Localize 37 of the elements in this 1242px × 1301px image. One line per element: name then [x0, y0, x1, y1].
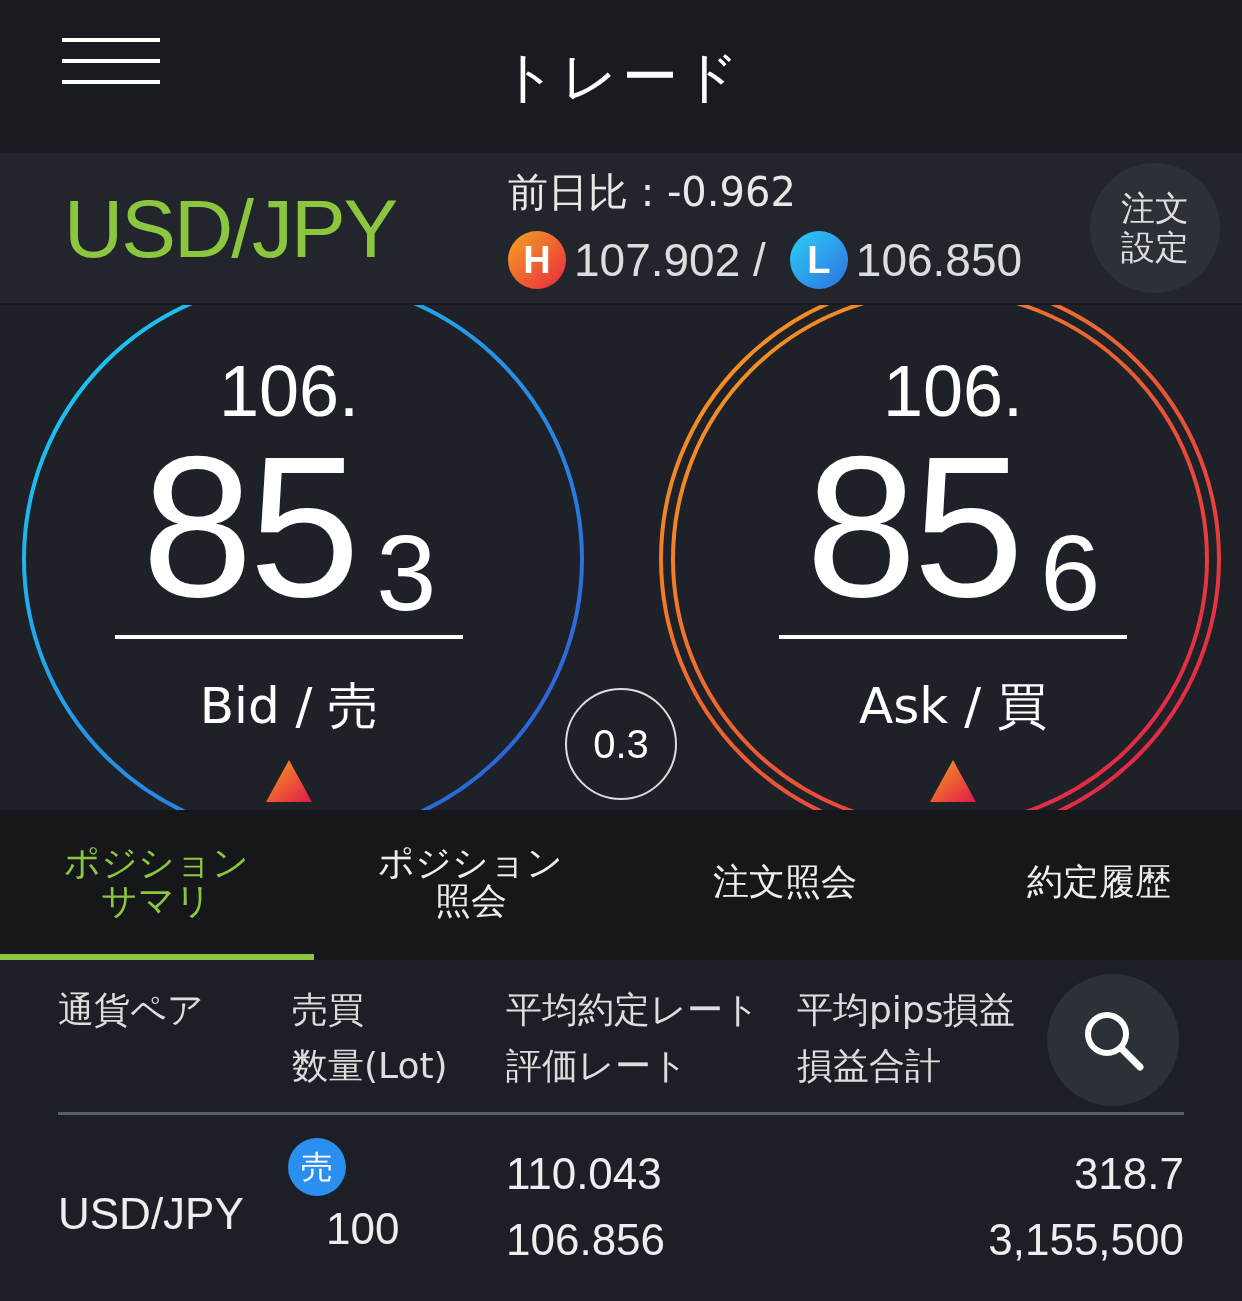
eval-rate-cell-text: 106.856: [506, 1214, 667, 1266]
avg-pips-cell-text: 318.7: [1073, 1148, 1184, 1200]
pair-cell: USD/JPY: [58, 1189, 244, 1238]
column-header: 平均約定レート: [506, 988, 761, 1032]
high-badge: H: [508, 231, 566, 289]
column-header: 損益合計: [797, 1043, 942, 1088]
page-title: トレード: [499, 42, 743, 111]
column-header: 平均pips損益: [797, 988, 1017, 1032]
side-badge: 売: [288, 1138, 346, 1196]
low-price: 106.850: [855, 232, 1023, 288]
tab[interactable]: 約定履歴: [942, 810, 1242, 960]
quote-label: Ask / 買: [858, 676, 1048, 737]
spread-value: 0.3: [565, 688, 677, 800]
price-pips: 85: [805, 427, 1021, 627]
previous-day-change: 前日比 : -0.962: [508, 167, 797, 217]
tab[interactable]: ポジション照会: [314, 810, 628, 960]
column-header: 評価レート: [506, 1043, 689, 1088]
tab[interactable]: 注文照会: [628, 810, 942, 960]
high-price: 107.902 /: [574, 232, 766, 288]
price-prefix: 106.: [881, 355, 1025, 427]
order-settings-button[interactable]: 注文設定: [1090, 163, 1220, 293]
quote-label: Bid / 売: [198, 676, 380, 737]
price-fraction: 6: [1040, 519, 1101, 627]
column-header: 数量(Lot): [292, 1043, 449, 1088]
price-fraction: 3: [376, 519, 437, 627]
price-pips: 85: [141, 427, 357, 627]
avg-rate-cell-text: 110.043: [506, 1148, 663, 1200]
price-prefix: 106.: [217, 355, 361, 427]
tab[interactable]: ポジションサマリ: [0, 810, 314, 960]
total-pl-cell-text: 3,155,500: [988, 1214, 1184, 1266]
lot-cell-text: 100: [326, 1203, 401, 1255]
search-icon: [1082, 1009, 1144, 1071]
low-badge: L: [789, 231, 848, 289]
currency-pair: USD/JPY: [64, 181, 398, 276]
column-header: 通貨ペア: [58, 988, 205, 1032]
column-header: 売買: [292, 988, 365, 1032]
menu-icon[interactable]: [62, 38, 160, 86]
